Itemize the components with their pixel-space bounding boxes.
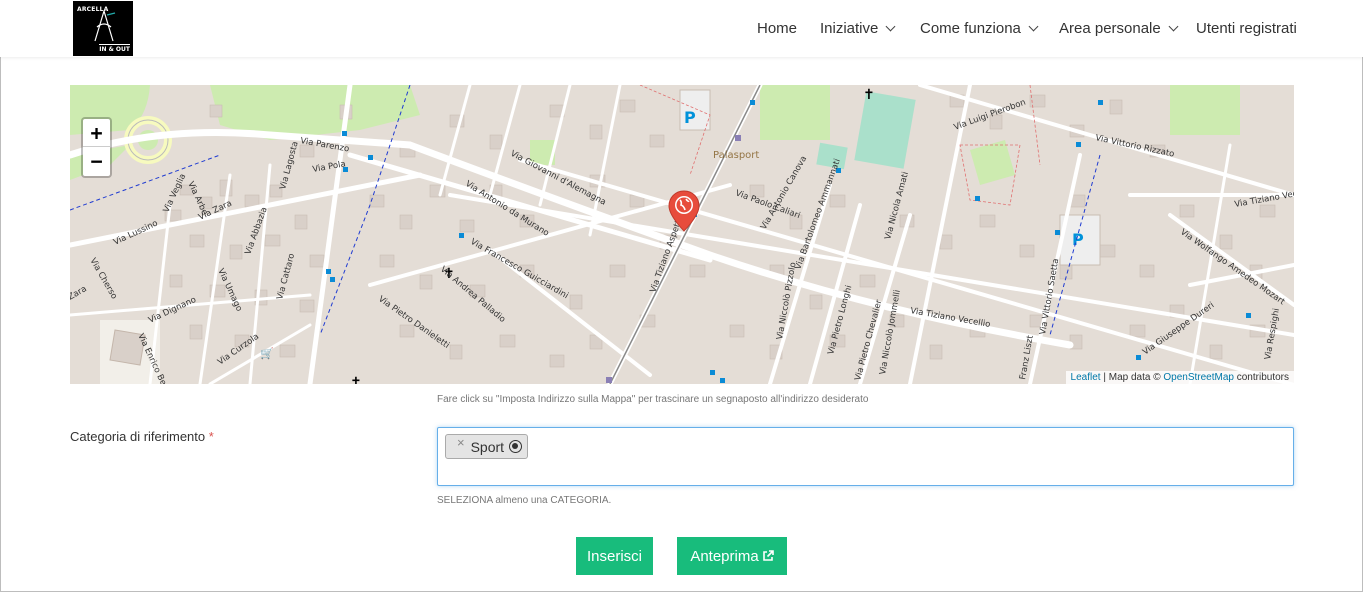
preview-button[interactable]: Anteprima: [677, 537, 787, 575]
insert-button[interactable]: Inserisci: [576, 537, 653, 575]
svg-text:Via Lagosta: Via Lagosta: [278, 140, 300, 190]
nav-come-funziona[interactable]: Come funziona: [920, 20, 1039, 37]
category-help-text: SELEZIONA almeno una CATEGORIA.: [437, 495, 612, 506]
svg-text:Via Dignano: Via Dignano: [147, 295, 198, 326]
map-container[interactable]: P P ✝ ✝ ✝ 🛒 Via Parenzo Via Pola Via Lus…: [70, 85, 1294, 384]
nav-iniziative[interactable]: Iniziative: [820, 20, 896, 37]
chevron-down-icon: [1168, 21, 1179, 32]
map-hint-text: Fare click su "Imposta Indirizzo sulla M…: [437, 394, 869, 405]
nav-utenti-registrati[interactable]: Utenti registrati: [1196, 20, 1297, 37]
nav-home-label: Home: [757, 20, 798, 37]
nav-area-personale-label: Area personale: [1059, 20, 1161, 37]
svg-text:Via Cherso: Via Cherso: [87, 257, 118, 301]
preview-button-label: Anteprima: [690, 547, 759, 565]
logo-text-bottom: IN & OUT: [99, 44, 130, 53]
category-label: Categoria di riferimento *: [70, 429, 214, 444]
svg-text:Via Cattaro: Via Cattaro: [275, 252, 297, 300]
main-nav: Home Iniziative Come funziona Area perso…: [0, 20, 1363, 40]
svg-text:Palasport: Palasport: [713, 150, 759, 161]
attribution-separator: | Map data ©: [1100, 372, 1164, 383]
osm-link[interactable]: OpenStreetMap: [1163, 372, 1234, 383]
map-attribution: Leaflet | Map data © OpenStreetMap contr…: [1065, 371, 1294, 384]
svg-text:Zara: Zara: [70, 284, 89, 303]
map-marker-icon[interactable]: [668, 190, 700, 232]
insert-button-label: Inserisci: [586, 547, 642, 565]
leaflet-link[interactable]: Leaflet: [1071, 372, 1101, 383]
navbar: ARCELLA IN & OUT Home Iniziative Come fu…: [0, 0, 1363, 57]
category-label-text: Categoria di riferimento: [70, 429, 206, 444]
category-chip-label: Sport: [470, 438, 505, 455]
nav-home[interactable]: Home: [757, 20, 797, 37]
zoom-in-button[interactable]: +: [83, 119, 110, 147]
svg-text:Via Bartolomeo Ammannati: Via Bartolomeo Ammannati: [793, 157, 842, 271]
svg-text:✝: ✝: [863, 87, 875, 103]
nav-iniziative-label: Iniziative: [820, 20, 879, 37]
category-chip-sport: × Sport: [445, 434, 529, 459]
nav-area-personale[interactable]: Area personale: [1059, 20, 1179, 37]
nav-come-funziona-label: Come funziona: [920, 20, 1021, 37]
required-mark: *: [208, 429, 214, 444]
svg-text:🛒: 🛒: [260, 347, 274, 360]
remove-chip-icon[interactable]: ×: [457, 435, 465, 450]
svg-text:✝: ✝: [350, 375, 362, 384]
svg-text:Via Pola: Via Pola: [312, 159, 347, 175]
nav-utenti-registrati-label: Utenti registrati: [1196, 20, 1297, 37]
zoom-control: + −: [81, 117, 112, 178]
radio-selected-icon[interactable]: [509, 440, 523, 453]
external-link-icon: [762, 550, 774, 561]
svg-text:Via Pietro Danieletti: Via Pietro Danieletti: [376, 294, 451, 351]
category-multiselect[interactable]: × Sport: [437, 427, 1294, 486]
svg-text:Via Andrea Palladio: Via Andrea Palladio: [438, 265, 507, 325]
attribution-suffix: contributors: [1233, 372, 1289, 383]
svg-text:P: P: [684, 108, 696, 127]
zoom-out-button[interactable]: −: [83, 147, 110, 175]
svg-text:Via Abbazia: Via Abbazia: [243, 206, 269, 256]
svg-text:Via Vittorio Rizzato: Via Vittorio Rizzato: [1094, 133, 1175, 160]
map-tiles[interactable]: P P ✝ ✝ ✝ 🛒 Via Parenzo Via Pola Via Lus…: [70, 85, 1294, 384]
chevron-down-icon: [1028, 21, 1039, 32]
chevron-down-icon: [885, 21, 896, 32]
